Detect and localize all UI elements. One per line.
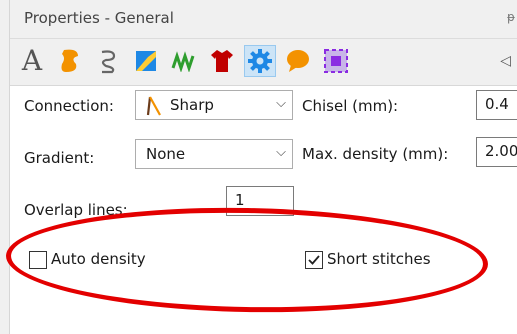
scroll-left-arrow-icon[interactable]: ◁ [500,53,511,69]
connection-value: Sharp [170,96,214,114]
speech-bubble-icon[interactable] [282,45,314,77]
chisel-label: Chisel (mm): [302,97,399,115]
chisel-value: 0.4 [485,95,509,113]
gradient-value: None [146,145,186,163]
stitch-wave-icon[interactable] [168,45,200,77]
max-density-value: 2.00 [485,142,517,160]
left-dock-strip [0,0,10,334]
overlap-lines-value: 1 [235,191,245,209]
chevron-down-icon: ⌵ [276,145,286,160]
outline-path-icon[interactable] [92,45,124,77]
connection-combobox[interactable]: Sharp ⌵ [135,90,293,120]
panel-titlebar: Properties - General ᵽ [10,0,517,39]
properties-panel: Properties - General ᵽ A ◁ Connection: S… [0,0,517,334]
gradient-combobox[interactable]: None ⌵ [135,139,293,169]
pin-icon[interactable]: ᵽ [507,10,517,26]
settings-gear-icon[interactable] [244,45,276,77]
text-A-icon[interactable]: A [16,45,48,77]
panel-title: Properties - General [24,9,174,27]
red-highlight-ellipse [5,203,489,317]
properties-tab-toolbar: A ◁ [10,39,517,86]
chisel-input[interactable]: 0.4 [476,90,517,120]
applique-icon[interactable] [130,45,162,77]
gradient-label: Gradient: [24,149,95,167]
sharp-connection-icon [146,96,161,116]
shirt-icon[interactable] [206,45,238,77]
fill-shape-icon[interactable] [54,45,86,77]
crop-frame-icon[interactable] [320,45,352,77]
chevron-down-icon: ⌵ [276,96,286,111]
max-density-label: Max. density (mm): [302,145,449,163]
connection-label: Connection: [24,97,114,115]
max-density-input[interactable]: 2.00 [476,137,517,167]
